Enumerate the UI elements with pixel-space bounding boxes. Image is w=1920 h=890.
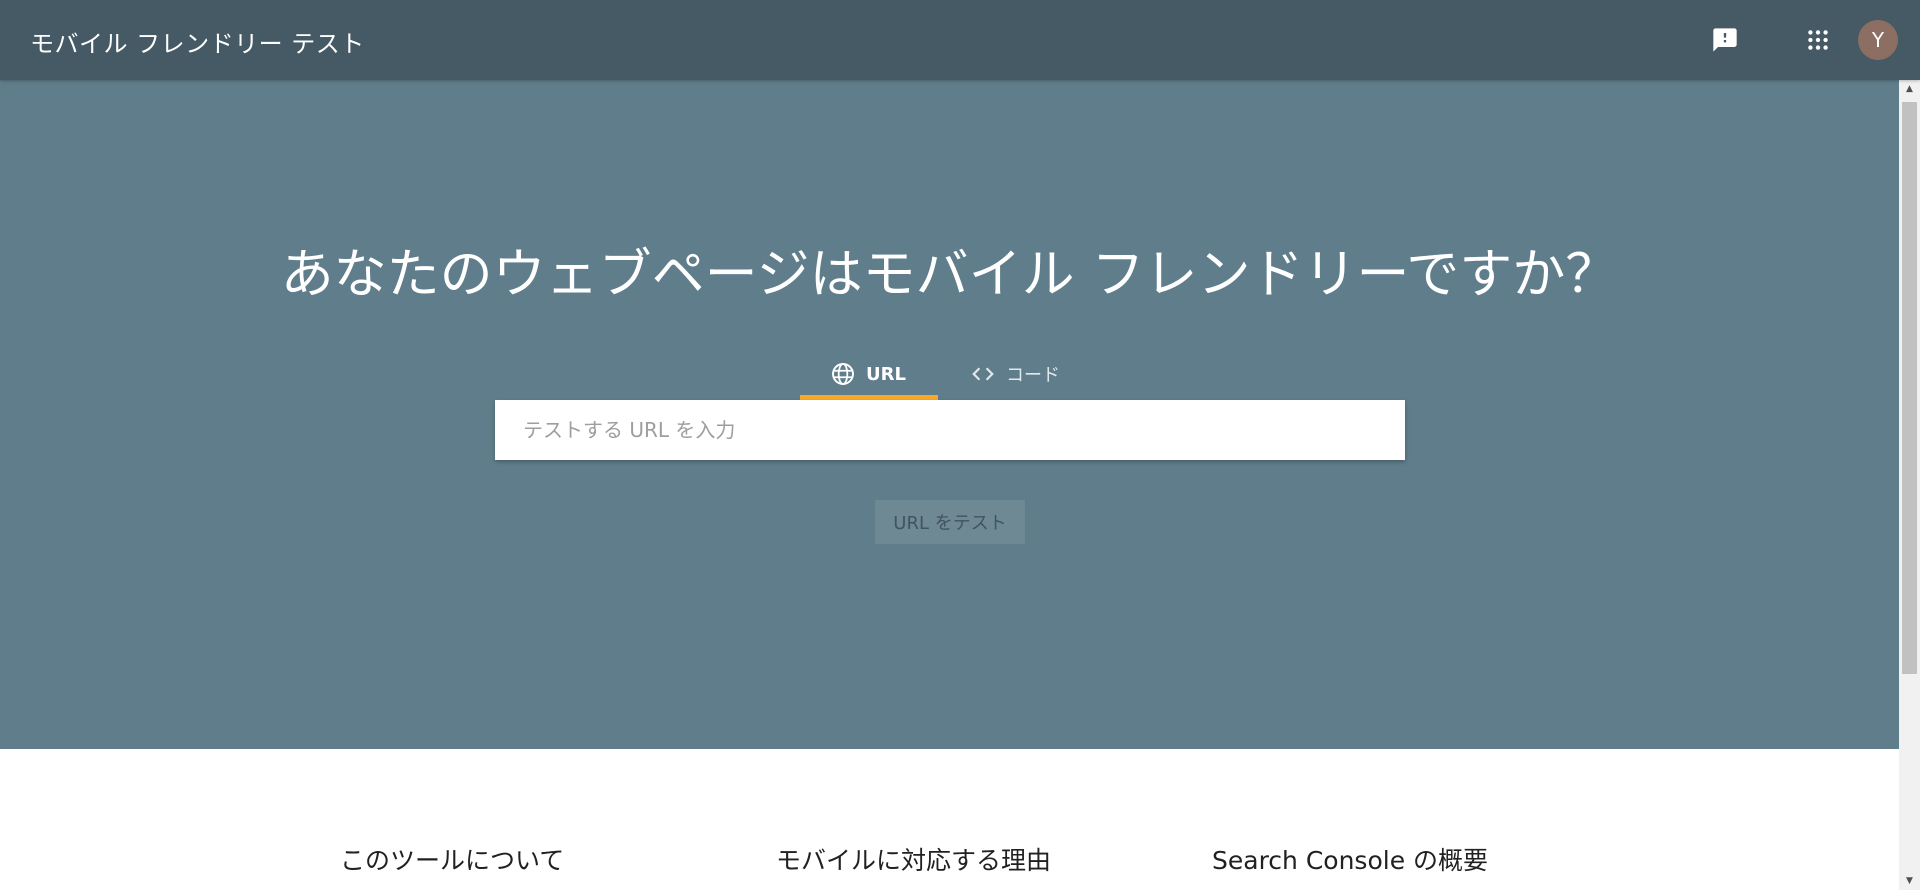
info-about-tool-title: このツールについて — [340, 846, 565, 875]
hero-heading: あなたのウェブページはモバイル フレンドリーですか？ — [280, 244, 1619, 305]
tab-url-label: URL — [866, 363, 906, 385]
tab-url[interactable]: URL — [800, 348, 938, 400]
scroll-down-arrow-icon[interactable]: ▼ — [1899, 872, 1920, 890]
code-icon — [970, 361, 996, 387]
app-header: モバイル フレンドリー テスト Y — [0, 0, 1920, 80]
input-mode-tabs: URL コード — [800, 348, 1090, 400]
scroll-up-arrow-icon[interactable]: ▲ — [1899, 80, 1920, 98]
apps-grid-icon — [1808, 30, 1828, 50]
account-avatar[interactable]: Y — [1858, 20, 1898, 60]
apps-button[interactable] — [1798, 20, 1838, 60]
test-url-button[interactable]: URL をテスト — [875, 500, 1025, 544]
url-input-container — [495, 400, 1405, 460]
tab-code[interactable]: コード — [938, 348, 1090, 400]
globe-icon — [830, 361, 856, 387]
info-section: このツールについて モバイルに対応する理由 Search Console の概要 — [0, 749, 1899, 890]
scroll-thumb[interactable] — [1902, 102, 1917, 674]
url-input[interactable] — [495, 400, 1405, 460]
tab-code-label: コード — [1006, 365, 1060, 386]
feedback-button[interactable] — [1705, 20, 1745, 60]
page-scrollbar[interactable]: ▲ ▼ — [1899, 80, 1920, 890]
info-why-mobile-title: モバイルに対応する理由 — [776, 846, 1052, 875]
info-search-console-title: Search Console の概要 — [1212, 846, 1489, 875]
feedback-icon — [1713, 28, 1737, 52]
app-title: モバイル フレンドリー テスト — [30, 30, 365, 58]
hero-section: あなたのウェブページはモバイル フレンドリーですか？ URL コード テストする… — [0, 80, 1899, 749]
